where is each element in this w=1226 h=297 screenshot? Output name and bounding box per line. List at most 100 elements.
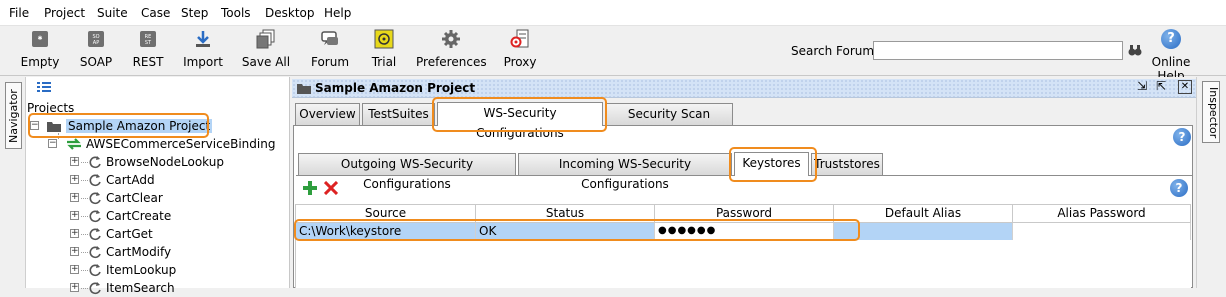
navigator-tab[interactable]: Navigator bbox=[5, 82, 22, 149]
import-label: Import bbox=[183, 55, 223, 69]
expand-icon[interactable]: + bbox=[70, 157, 79, 166]
search-forum-input[interactable] bbox=[873, 41, 1123, 60]
preferences-button[interactable]: Preferences bbox=[416, 29, 487, 73]
preferences-label: Preferences bbox=[416, 55, 487, 69]
tree-operation[interactable]: + CartModify bbox=[26, 243, 290, 261]
close-icon[interactable]: ✕ bbox=[1178, 80, 1192, 94]
proxy-icon bbox=[510, 29, 529, 48]
tree-operation[interactable]: + CartGet bbox=[26, 225, 290, 243]
menu-help[interactable]: Help bbox=[324, 6, 351, 20]
subtab-truststores[interactable]: Truststores bbox=[811, 153, 883, 175]
tree-operation[interactable]: + CartAdd bbox=[26, 171, 290, 189]
empty-label: Empty bbox=[20, 55, 60, 69]
menu-case[interactable]: Case bbox=[141, 6, 170, 20]
cell-default-alias[interactable] bbox=[834, 223, 1013, 240]
tree-operation[interactable]: + CartClear bbox=[26, 189, 290, 207]
trial-icon bbox=[374, 29, 394, 49]
inspector-tab[interactable]: Inspector bbox=[1202, 81, 1220, 143]
tree-root-label: Projects bbox=[27, 101, 75, 115]
operation-icon bbox=[89, 156, 101, 169]
col-status-header[interactable]: Status bbox=[476, 205, 655, 223]
svg-text:AP: AP bbox=[93, 40, 99, 46]
restore-icon[interactable]: ⇲ bbox=[1135, 80, 1149, 94]
list-view-icon[interactable] bbox=[37, 82, 51, 92]
detach-icon[interactable]: ⇱ bbox=[1154, 80, 1168, 94]
tab-security-scan-defaults[interactable]: Security Scan Defaults bbox=[605, 103, 733, 141]
operation-label: CartCreate bbox=[106, 209, 172, 223]
menu-desktop[interactable]: Desktop bbox=[265, 6, 315, 20]
import-button[interactable]: Import bbox=[180, 29, 226, 73]
tab-ws-security[interactable]: WS-Security Configurations bbox=[437, 102, 603, 140]
cell-password[interactable]: ●●●●●● bbox=[655, 223, 834, 240]
expand-icon[interactable]: + bbox=[70, 247, 79, 256]
expand-icon[interactable]: + bbox=[70, 175, 79, 184]
folder-icon bbox=[47, 122, 61, 132]
rest-label: REST bbox=[132, 55, 164, 69]
subtab-outgoing[interactable]: Outgoing WS-Security Configurations bbox=[298, 153, 516, 191]
import-icon bbox=[196, 31, 210, 47]
expand-icon[interactable]: + bbox=[70, 265, 79, 274]
project-label: Sample Amazon Project bbox=[66, 119, 213, 133]
navigator-panel: Projects − Sample Amazon Project − AWSEC… bbox=[26, 77, 290, 295]
tree-operation[interactable]: + ItemLookup bbox=[26, 261, 290, 279]
tree-operation[interactable]: + CartCreate bbox=[26, 207, 290, 225]
operation-label: ItemSearch bbox=[106, 281, 175, 295]
operation-icon bbox=[89, 282, 101, 295]
tree-guide bbox=[81, 288, 88, 289]
operation-icon bbox=[89, 174, 101, 187]
cell-source[interactable]: C:\Work\keystore bbox=[296, 223, 476, 240]
tree-interface[interactable]: − AWSECommerceServiceBinding bbox=[26, 135, 290, 153]
editor-title: Sample Amazon Project bbox=[315, 81, 476, 95]
operation-label: CartGet bbox=[106, 227, 153, 241]
cell-alias-password[interactable] bbox=[1013, 223, 1191, 240]
expand-icon[interactable]: + bbox=[70, 211, 79, 220]
menu-file[interactable]: File bbox=[9, 6, 29, 20]
expand-icon[interactable]: + bbox=[70, 193, 79, 202]
add-keystore-icon[interactable] bbox=[303, 181, 317, 195]
operation-label: CartModify bbox=[106, 245, 172, 259]
tree-project[interactable]: − Sample Amazon Project bbox=[26, 117, 213, 135]
soap-label: SOAP bbox=[79, 55, 113, 69]
tab-overview[interactable]: Overview bbox=[295, 103, 360, 125]
operation-icon bbox=[89, 228, 101, 241]
operation-label: BrowseNodeLookup bbox=[106, 155, 224, 169]
col-password-header[interactable]: Password bbox=[655, 205, 834, 223]
expand-icon[interactable]: + bbox=[70, 229, 79, 238]
col-alias-password-header[interactable]: Alias Password bbox=[1013, 205, 1191, 223]
menu-suite[interactable]: Suite bbox=[97, 6, 128, 20]
forum-button[interactable]: Forum bbox=[308, 29, 352, 73]
menu-project[interactable]: Project bbox=[44, 6, 85, 20]
cell-status[interactable]: OK bbox=[476, 223, 655, 240]
remove-keystore-icon[interactable] bbox=[324, 181, 338, 195]
tree-guide bbox=[81, 216, 88, 217]
inspector-tab-label: Inspector bbox=[1207, 87, 1220, 139]
trial-button[interactable]: Trial bbox=[366, 29, 402, 73]
proxy-button[interactable]: Proxy bbox=[500, 29, 540, 73]
subtab-incoming[interactable]: Incoming WS-Security Configurations bbox=[518, 153, 732, 191]
save-all-label: Save All bbox=[241, 55, 291, 69]
tab-testsuites[interactable]: TestSuites bbox=[362, 103, 435, 125]
tree-operation[interactable]: + ItemSearch bbox=[26, 279, 290, 297]
col-default-alias-header[interactable]: Default Alias bbox=[834, 205, 1013, 223]
interface-binding-icon bbox=[67, 138, 81, 150]
help-icon[interactable]: ? bbox=[1170, 179, 1188, 197]
trial-label: Trial bbox=[371, 55, 397, 69]
col-source-header[interactable]: Source bbox=[296, 205, 476, 223]
menu-tools[interactable]: Tools bbox=[221, 6, 251, 20]
soap-button[interactable]: SO AP SOAP bbox=[76, 29, 116, 73]
tree-operation[interactable]: + BrowseNodeLookup bbox=[26, 153, 290, 171]
help-icon[interactable]: ? bbox=[1173, 128, 1191, 146]
operation-icon bbox=[89, 264, 101, 277]
menu-step[interactable]: Step bbox=[181, 6, 208, 20]
rest-icon: REST bbox=[140, 31, 156, 47]
operation-label: CartClear bbox=[106, 191, 163, 205]
save-all-button[interactable]: Save All bbox=[240, 29, 292, 73]
tree-guide bbox=[81, 270, 88, 271]
subtab-keystores[interactable]: Keystores bbox=[734, 152, 809, 176]
collapse-icon[interactable]: − bbox=[30, 121, 39, 130]
rest-button[interactable]: RE ST REST bbox=[128, 29, 168, 73]
online-help-button[interactable]: ? Online Help bbox=[1138, 29, 1204, 83]
empty-button[interactable]: ✱ Empty bbox=[18, 29, 62, 73]
interface-label: AWSECommerceServiceBinding bbox=[86, 137, 276, 151]
collapse-icon[interactable]: − bbox=[48, 139, 57, 148]
